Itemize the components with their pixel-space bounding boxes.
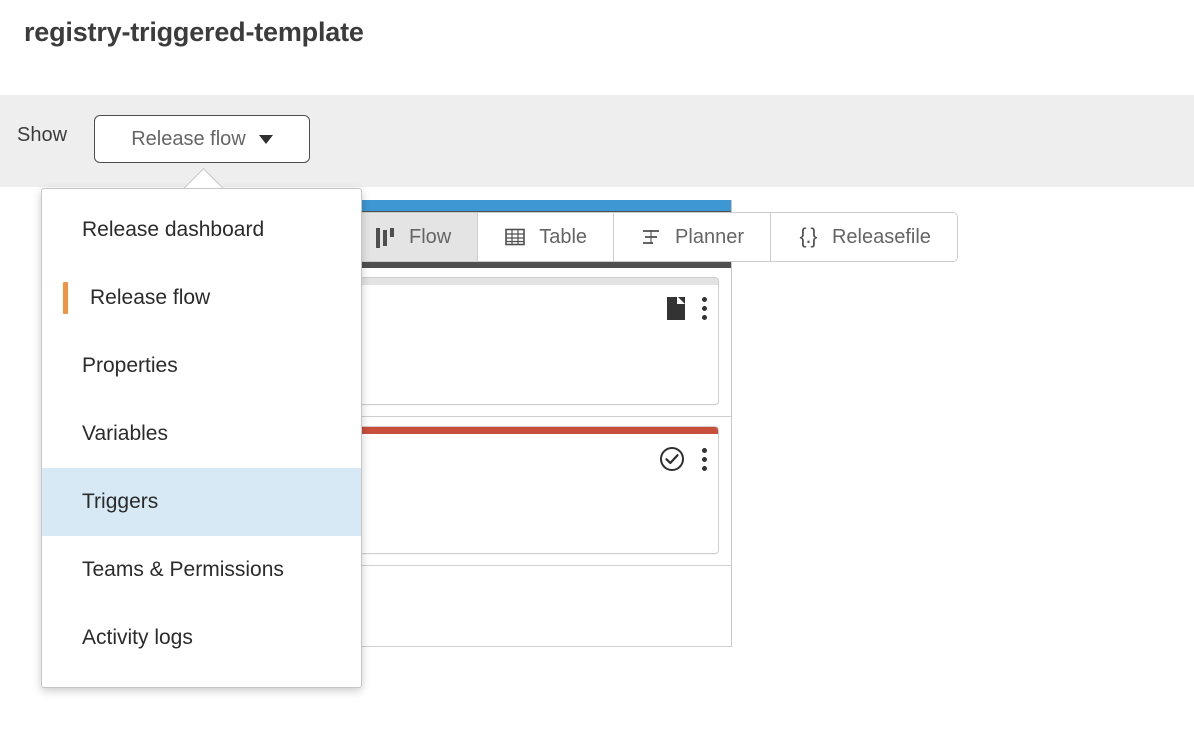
tab-table-label: Table (539, 226, 588, 248)
task-card-controls (659, 446, 707, 472)
chevron-down-icon (258, 134, 273, 144)
releasefile-icon: {.} (799, 225, 818, 248)
current-selection-marker (63, 282, 68, 314)
tab-table[interactable]: Table (478, 213, 615, 261)
task-card-controls (667, 297, 707, 320)
menu-item-properties[interactable]: Properties (42, 332, 361, 400)
view-select-value: Release flow (131, 127, 246, 150)
menu-item-label: Activity logs (82, 626, 193, 649)
view-dropdown-menu: Release dashboard Release flow Propertie… (41, 188, 362, 688)
tab-flow-label: Flow (409, 226, 452, 248)
menu-item-triggers[interactable]: Triggers (42, 468, 361, 536)
page-title: registry-triggered-template (24, 17, 364, 47)
menu-item-label: Properties (82, 354, 178, 377)
menu-item-label: Release flow (90, 286, 211, 309)
tab-planner[interactable]: Planner (614, 213, 771, 261)
document-icon (667, 297, 685, 320)
menu-item-label: Triggers (82, 490, 159, 513)
view-tab-group: Flow Table Planner {.} Releasefile (347, 212, 958, 262)
kebab-menu-icon[interactable] (702, 447, 707, 471)
view-select-button[interactable]: Release flow (94, 115, 310, 163)
tab-releasefile[interactable]: {.} Releasefile (770, 213, 957, 261)
menu-item-teams-permissions[interactable]: Teams & Permissions (42, 536, 361, 604)
planner-icon (640, 226, 662, 248)
menu-item-activity-logs[interactable]: Activity logs (42, 604, 361, 672)
flow-icon (374, 226, 396, 248)
kebab-menu-icon[interactable] (702, 297, 707, 320)
show-label: Show (17, 124, 68, 146)
tab-flow[interactable]: Flow (348, 213, 479, 261)
tab-releasefile-label: Releasefile (831, 226, 931, 248)
menu-item-label: Release dashboard (82, 218, 265, 241)
menu-item-release-dashboard[interactable]: Release dashboard (42, 196, 361, 264)
table-icon (504, 226, 526, 248)
menu-item-release-flow[interactable]: Release flow (42, 264, 361, 332)
toolbar: Show Release flow Flow Table Planner {.}… (0, 95, 1194, 262)
menu-item-label: Variables (82, 422, 168, 445)
menu-item-variables[interactable]: Variables (42, 400, 361, 468)
menu-item-label: Teams & Permissions (82, 558, 284, 581)
tab-planner-label: Planner (675, 226, 744, 248)
app-root: registry-triggered-template Show Release… (0, 0, 1194, 734)
check-circle-icon (659, 446, 685, 472)
